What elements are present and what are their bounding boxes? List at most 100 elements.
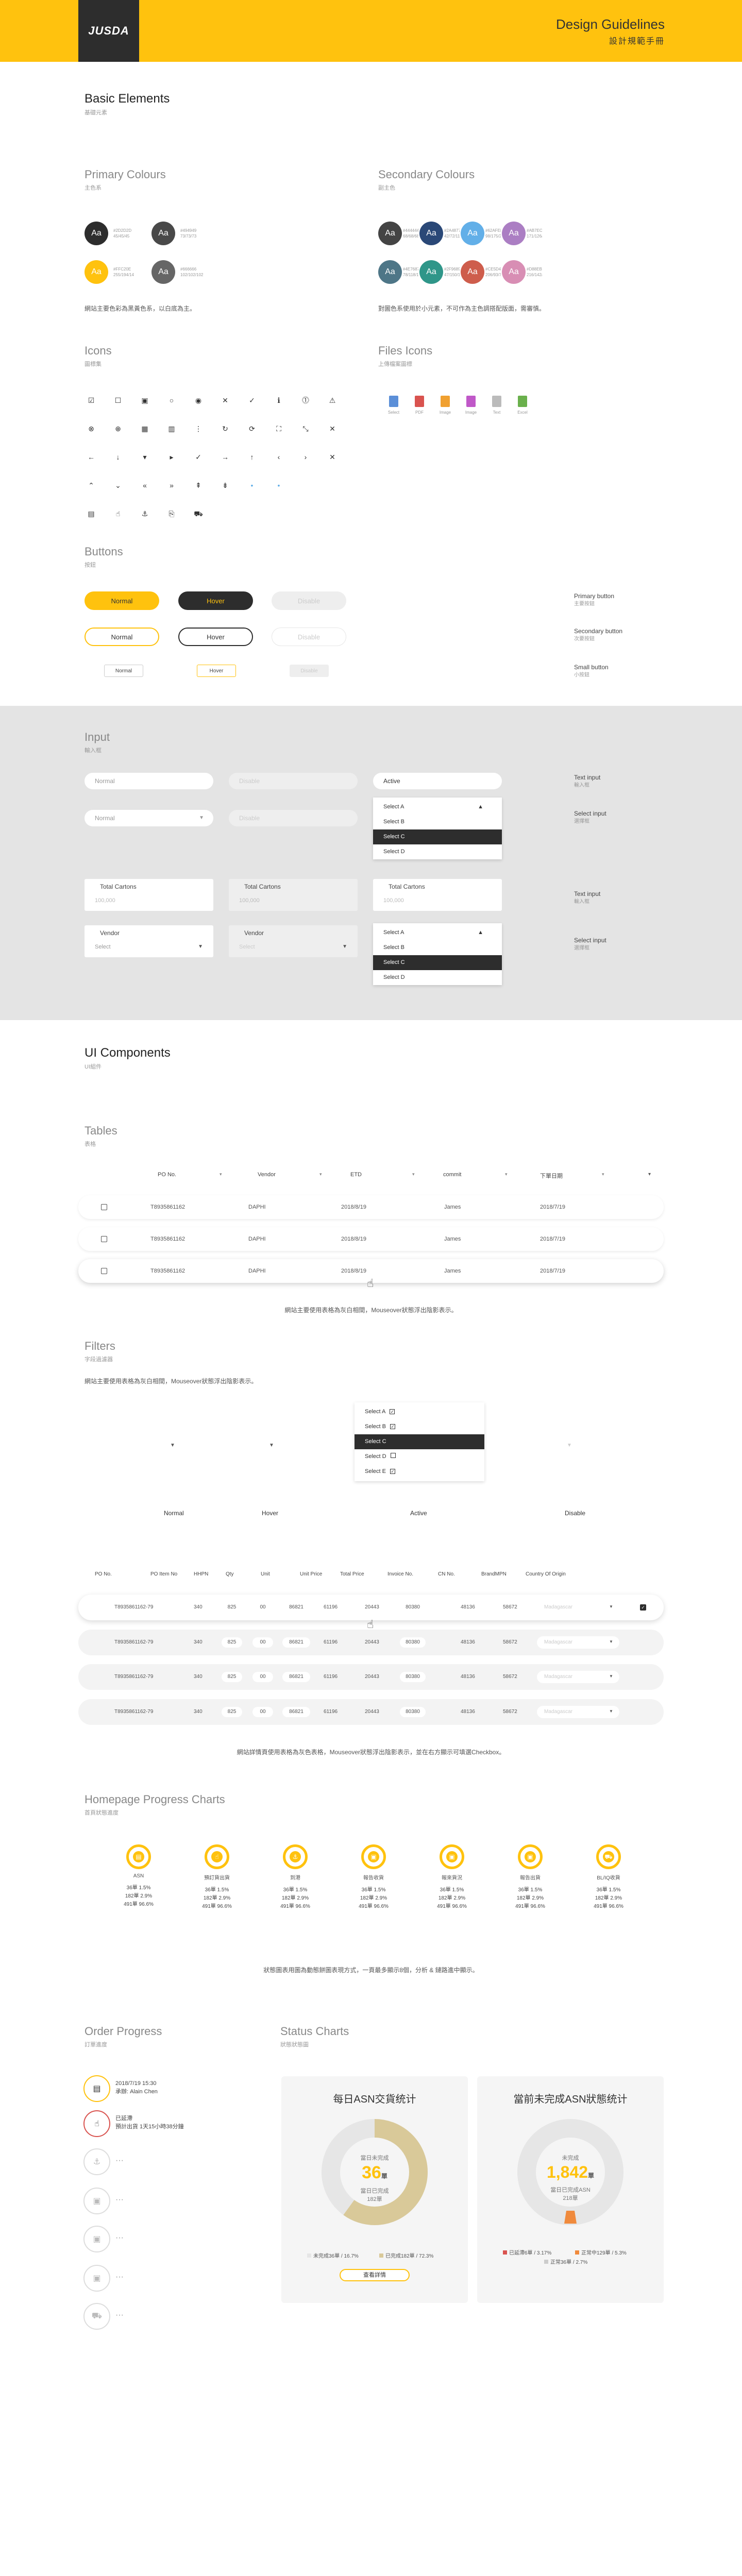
file-type-icon[interactable]: Image <box>435 396 456 415</box>
cell-hhpn[interactable]: 825 <box>222 1637 242 1648</box>
icon-glyph[interactable]: ⛟ <box>194 509 203 518</box>
icon-glyph[interactable]: ▥ <box>167 424 176 433</box>
detail-table-row[interactable]: T8935861162-79 340 825 00 86821 61196 20443 803… <box>78 1630 664 1655</box>
vendor-dropdown-active[interactable]: Select A ▲ Select B Select C Select D <box>373 923 502 985</box>
file-type-icon[interactable]: Select <box>383 396 404 415</box>
small-button-normal[interactable]: Normal <box>104 665 143 677</box>
icon-glyph[interactable]: ☐ <box>113 396 123 405</box>
jusda-logo[interactable]: JUSDA <box>78 0 139 62</box>
small-button-hover[interactable]: Hover <box>197 665 236 677</box>
detail-table-header-2[interactable]: HHPN <box>194 1571 208 1577</box>
file-type-icon[interactable]: PDF <box>409 396 430 415</box>
dropdown-option-selected[interactable]: Select C <box>373 955 502 970</box>
cell-hhpn[interactable]: 825 <box>222 1672 242 1682</box>
icon-glyph[interactable]: ⌄ <box>113 481 123 490</box>
file-type-icon[interactable]: Excel <box>512 396 533 415</box>
select-input-normal[interactable]: Normal ▼ <box>85 810 213 826</box>
progress-item[interactable]: ▣ 報告收貨 36單 1.5% 182單 2.9% 491單 96.6% <box>345 1844 402 1911</box>
icon-glyph[interactable]: ⟳ <box>247 424 257 433</box>
icon-glyph[interactable]: → <box>221 452 230 462</box>
dropdown-option[interactable]: Select B <box>373 940 502 955</box>
table-row[interactable]: T8935861162 DAPHI 2018/8/19 James 2018/7/19 <box>78 1195 664 1219</box>
icon-glyph[interactable]: ⓵ <box>301 396 310 405</box>
text-box-disabled[interactable]: Total Cartons 100,000 <box>229 879 358 911</box>
icon-glyph[interactable]: ✕ <box>328 424 337 433</box>
cell-invoice[interactable]: 80380 <box>400 1707 426 1717</box>
cell-hhpn[interactable]: 825 <box>222 1602 242 1613</box>
icon-glyph[interactable]: ⊗ <box>87 424 96 433</box>
icon-glyph[interactable]: ⎘ <box>167 509 176 518</box>
cell-origin-select[interactable]: Madagascar <box>537 1636 619 1649</box>
sort-icon[interactable]: ▾ <box>220 1172 222 1177</box>
vendor-select-normal[interactable]: Vendor Select ▼ <box>85 925 213 957</box>
primary-button-normal[interactable]: Normal <box>85 591 159 610</box>
row-checkbox[interactable] <box>101 1236 107 1242</box>
icon-glyph[interactable]: ← <box>87 452 96 462</box>
order-step-icon[interactable]: ▤ <box>83 2075 110 2102</box>
filter-dropdown[interactable]: Select A ✓ Select B ✓ Select C Select D Select… <box>355 1402 484 1481</box>
secondary-button-normal[interactable]: Normal <box>85 628 159 646</box>
cell-unit[interactable]: 86821 <box>282 1672 310 1682</box>
icon-glyph[interactable]: ⌃ <box>87 481 96 490</box>
text-box-normal[interactable]: Total Cartons 100,000 <box>85 879 213 911</box>
cell-invoice[interactable]: 80380 <box>400 1637 426 1648</box>
dropdown-option[interactable]: Select A ▲ <box>373 800 502 815</box>
detail-table-header-0[interactable]: PO No. <box>95 1571 112 1577</box>
icon-glyph[interactable]: ⇞ <box>194 481 203 490</box>
progress-item[interactable]: ▣ 報來貨況 36單 1.5% 182單 2.9% 491單 96.6% <box>424 1844 480 1911</box>
cell-unit[interactable]: 86821 <box>282 1707 310 1717</box>
cell-unit[interactable]: 86821 <box>282 1602 310 1613</box>
detail-table-header-8[interactable]: CN No. <box>438 1571 455 1577</box>
sort-icon[interactable]: ▾ <box>505 1172 508 1177</box>
icon-glyph[interactable]: ▦ <box>140 424 149 433</box>
icon-glyph[interactable]: ✓ <box>194 452 203 462</box>
option-checkbox[interactable]: ✓ <box>390 1409 395 1414</box>
icon-glyph[interactable]: ℹ <box>274 396 283 405</box>
icon-glyph[interactable]: › <box>301 452 310 462</box>
small-button-disabled[interactable]: Disable <box>290 665 329 677</box>
icon-glyph[interactable]: ⚠ <box>328 396 337 405</box>
detail-table-row[interactable]: T8935861162-79 340 825 00 86821 61196 20443 803… <box>78 1699 664 1725</box>
option-checkbox[interactable] <box>390 1453 396 1458</box>
icon-glyph[interactable]: ⋮ <box>194 424 203 433</box>
cell-qty[interactable]: 00 <box>252 1707 273 1717</box>
sort-icon[interactable]: ▾ <box>602 1172 604 1177</box>
icon-glyph[interactable]: ○ <box>167 396 176 405</box>
order-step-icon[interactable]: ⚓ <box>83 2148 110 2175</box>
dropdown-option[interactable]: Select D <box>373 844 502 859</box>
icon-glyph[interactable]: « <box>140 481 149 490</box>
file-type-icon[interactable]: Image <box>461 396 481 415</box>
filter-normal-caret-icon[interactable]: ▼ <box>170 1443 175 1448</box>
icon-glyph[interactable]: ⤡ <box>301 424 310 433</box>
view-details-button[interactable]: 查看詳情 <box>340 2269 410 2281</box>
order-step-icon[interactable]: ☝ <box>83 2110 110 2137</box>
select-dropdown-active[interactable]: Select A ▲ Select B Select C Select D <box>373 798 502 859</box>
progress-item[interactable]: ▣ 報告出貨 36單 1.5% 182單 2.9% 491單 96.6% <box>502 1844 559 1911</box>
option-checkbox[interactable]: ✓ <box>390 1424 395 1429</box>
detail-table-row[interactable]: T8935861162-79 340 825 00 86821 61196 20443 803… <box>78 1595 664 1620</box>
icon-glyph[interactable]: ▤ <box>87 509 96 518</box>
secondary-button-disabled[interactable]: Disable <box>272 628 346 646</box>
filter-option[interactable]: Select B ✓ <box>355 1419 484 1434</box>
primary-button-disabled[interactable]: Disable <box>272 591 346 610</box>
secondary-button-hover[interactable]: Hover <box>178 628 253 646</box>
icon-glyph[interactable]: ◉ <box>194 396 203 405</box>
primary-button-hover[interactable]: Hover <box>178 591 253 610</box>
icon-glyph[interactable]: • <box>247 481 257 490</box>
cell-qty[interactable]: 00 <box>252 1637 273 1648</box>
cell-origin-select[interactable]: Madagascar <box>537 1706 619 1718</box>
icon-glyph[interactable]: ⊕ <box>113 424 123 433</box>
icon-glyph[interactable]: ✕ <box>221 396 230 405</box>
detail-table-header-3[interactable]: Qty <box>226 1571 234 1577</box>
text-box-active[interactable]: Total Cartons 100,000 <box>373 879 502 911</box>
cell-qty[interactable]: 00 <box>252 1672 273 1682</box>
text-input-disabled[interactable]: Disable <box>229 773 358 789</box>
file-type-icon[interactable]: Text <box>486 396 507 415</box>
option-checkbox[interactable]: ✓ <box>390 1469 395 1474</box>
progress-item[interactable]: ⚓ 到港 36單 1.5% 182單 2.9% 491單 96.6% <box>267 1844 324 1911</box>
dropdown-option[interactable]: Select A ▲ <box>373 925 502 940</box>
table-header-4[interactable]: 下單日期 <box>540 1172 563 1180</box>
progress-item[interactable]: ☝ 預訂貨出貨 36單 1.5% 182單 2.9% 491單 96.6% <box>189 1844 245 1911</box>
dropdown-option[interactable]: Select B <box>373 815 502 829</box>
order-step-icon[interactable]: ▣ <box>83 2265 110 2292</box>
